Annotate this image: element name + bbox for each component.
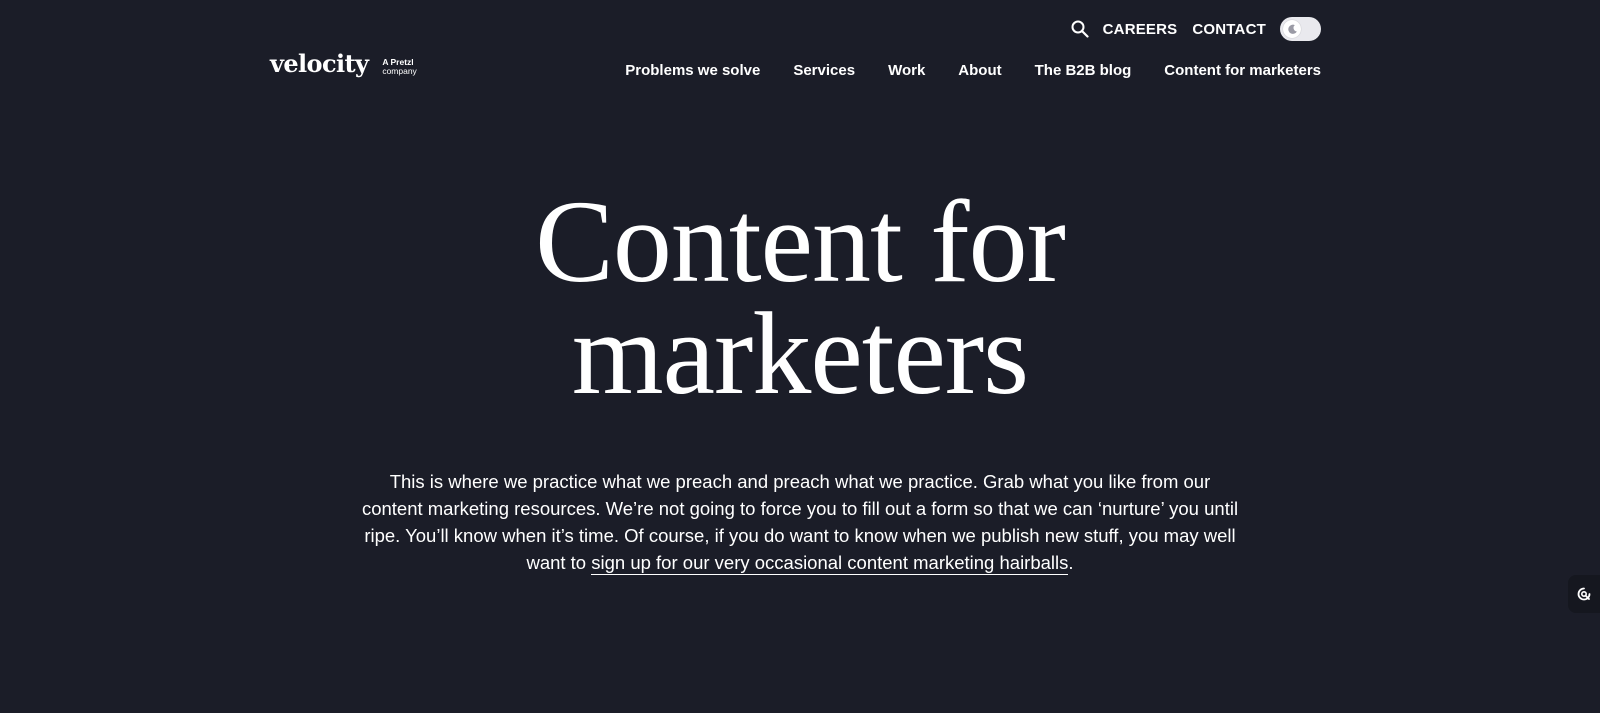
careers-link[interactable]: CAREERS [1103, 21, 1178, 38]
main-nav: Problems we solve Services Work About Th… [625, 62, 1321, 79]
logo-wordmark: velocity [270, 49, 369, 78]
nav-item-b2b-blog[interactable]: The B2B blog [1035, 62, 1132, 79]
page-title-line2: marketers [571, 288, 1029, 419]
intro-paragraph: This is where we practice what we preach… [360, 468, 1240, 576]
nav-item-services[interactable]: Services [793, 62, 855, 79]
contact-link[interactable]: CONTACT [1192, 21, 1266, 38]
theme-toggle[interactable] [1280, 17, 1321, 41]
logo-tagline-line2: company [382, 66, 417, 76]
page-title: Content for marketers [0, 183, 1600, 413]
toggle-knob [1283, 20, 1301, 38]
nav-item-about[interactable]: About [958, 62, 1001, 79]
logo-tagline: A Pretzl company [382, 58, 417, 76]
search-button[interactable] [1069, 18, 1091, 40]
logo[interactable]: velocity A Pretzl company [270, 50, 417, 78]
page: CAREERS CONTACT velocity A Pretzl compan… [0, 0, 1600, 713]
utility-bar: CAREERS CONTACT [1069, 16, 1321, 42]
nav-item-content-for-marketers[interactable]: Content for marketers [1164, 62, 1321, 79]
search-icon [1071, 20, 1089, 38]
intro-trailing-punctuation: . [1068, 552, 1074, 573]
moon-icon [1287, 24, 1297, 34]
nav-item-work[interactable]: Work [888, 62, 925, 79]
chat-widget-icon [1577, 587, 1591, 601]
newsletter-signup-link[interactable]: sign up for our very occasional content … [591, 552, 1069, 575]
side-widget-button[interactable] [1568, 575, 1600, 613]
nav-item-problems-we-solve[interactable]: Problems we solve [625, 62, 760, 79]
